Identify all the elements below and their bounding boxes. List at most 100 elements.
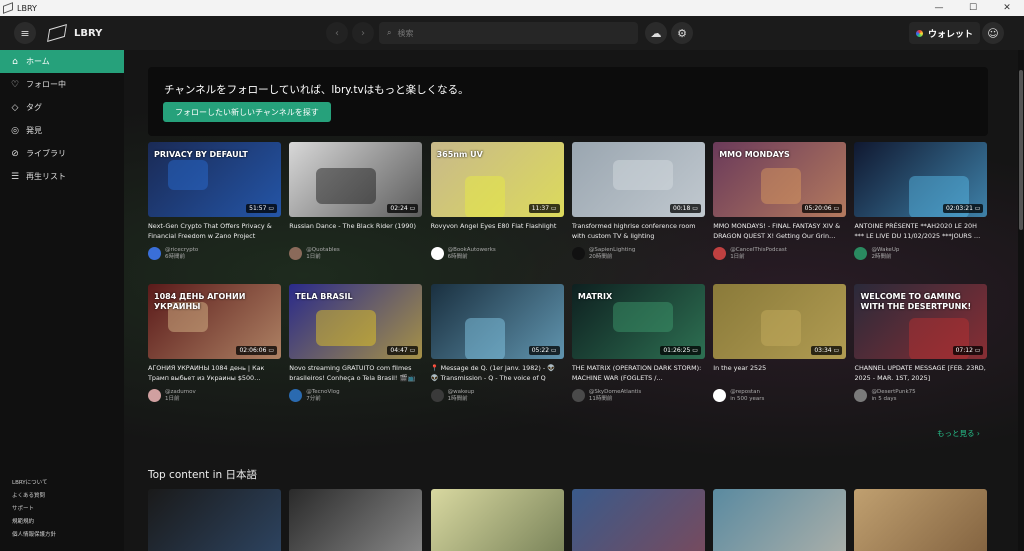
video-title[interactable]: MMO MONDAYS! - FINAL FANTASY XIV & DRAGO… — [713, 222, 846, 242]
about-link[interactable]: LBRYについて — [12, 477, 56, 490]
video-title[interactable]: In the year 2525 — [713, 364, 846, 384]
video-thumbnail[interactable]: PRIVACY BY DEFAULT 51:57 ▭ — [148, 142, 281, 217]
video-thumbnail[interactable]: TELA BRASIL 04:47 ▭ — [289, 284, 423, 359]
channel-name[interactable]: @ricecrypto — [165, 247, 198, 254]
video-card[interactable]: WELCOME TO GAMING WITH THE DESERTPUNK! 07… — [854, 284, 988, 403]
avatar[interactable] — [289, 247, 303, 260]
video-title[interactable]: 📍 Message de Q. (1er Janv. 1982) - 👽 👽 T… — [431, 364, 564, 384]
menu-button[interactable]: ≡ — [14, 22, 36, 44]
channel-name[interactable]: @DesertPunk75 — [871, 389, 915, 396]
avatar[interactable] — [854, 389, 868, 402]
video-thumbnail[interactable] — [854, 489, 988, 551]
channel-name[interactable]: @zadumov — [165, 389, 196, 396]
channel-name[interactable]: @CancelThisPodcast — [730, 247, 787, 254]
scrollbar[interactable] — [1018, 50, 1024, 551]
sidebar-item-discover[interactable]: ◎ 発見 — [0, 119, 124, 142]
account-button[interactable]: ☺ — [982, 22, 1004, 44]
avatar[interactable] — [430, 389, 444, 402]
forward-button[interactable]: › — [352, 22, 374, 44]
video-thumbnail[interactable] — [571, 489, 705, 551]
video-card[interactable]: 05:22 ▭ 📍 Message de Q. (1er Janv. 1982) … — [430, 284, 564, 403]
faq-link[interactable]: よくある質問 — [12, 490, 56, 503]
video-thumbnail[interactable] — [289, 489, 423, 551]
video-thumbnail[interactable]: 02:03:21 ▭ — [854, 142, 988, 217]
video-title[interactable]: THE MATRIX (OPERATION DARK STORM): MACHI… — [572, 364, 705, 384]
video-thumbnail[interactable]: MMO MONDAYS 05:20:06 ▭ — [713, 142, 847, 217]
video-title[interactable]: Novo streaming GRATUITO com filmes brasi… — [289, 364, 422, 384]
video-card[interactable] — [430, 489, 564, 551]
close-button[interactable]: ✕ — [990, 3, 1024, 13]
channel-name[interactable]: @BookAutowerks — [448, 247, 496, 254]
back-button[interactable]: ‹ — [326, 22, 348, 44]
video-card[interactable]: 02:24 ▭ Russian Dance - The Black Rider (… — [289, 142, 423, 261]
privacy-link[interactable]: 個人情報保護方針 — [12, 529, 56, 542]
video-card[interactable]: 1084 ДЕНЬ АГОНИИ УКРАИНЫ 02:06:06 ▭ АГОНИЯ… — [148, 284, 281, 403]
channel-name[interactable]: @TecnoVlog — [306, 389, 339, 396]
video-card[interactable]: 02:03:21 ▭ ANTOINE PRÉSENTE **AH2020 LE 2… — [854, 142, 988, 261]
video-card[interactable]: 365nm UV 11:37 ▭ Rovyvon Angel Eyes E80 Fl… — [430, 142, 564, 261]
channel-name[interactable]: @WakeUp — [871, 247, 899, 254]
video-card[interactable] — [289, 489, 423, 551]
video-thumbnail[interactable] — [713, 489, 847, 551]
sidebar-item-playlists[interactable]: ☰ 再生リスト — [0, 165, 124, 188]
channel-name[interactable]: @wakeup — [448, 389, 475, 396]
video-title[interactable]: Rovyvon Angel Eyes E80 Flat Flashlight — [431, 222, 564, 242]
video-thumbnail[interactable]: 365nm UV 11:37 ▭ — [430, 142, 564, 217]
video-card[interactable]: MATRIX 01:26:25 ▭ THE MATRIX (OPERATION DA… — [571, 284, 705, 403]
video-card[interactable] — [148, 489, 281, 551]
maximize-button[interactable]: ☐ — [956, 3, 990, 13]
video-thumbnail[interactable]: WELCOME TO GAMING WITH THE DESERTPUNK! 07… — [854, 284, 988, 359]
video-thumbnail[interactable]: 02:24 ▭ — [289, 142, 423, 217]
scrollbar-thumb[interactable] — [1019, 70, 1023, 230]
video-card[interactable]: MMO MONDAYS 05:20:06 ▭ MMO MONDAYS! - FINA… — [713, 142, 847, 261]
video-card[interactable]: 00:18 ▭ Transformed highrise conference r… — [571, 142, 705, 261]
channel-name[interactable]: @repostan — [730, 389, 764, 396]
search-bar[interactable]: ⌕ — [379, 22, 638, 44]
avatar[interactable] — [148, 389, 161, 402]
avatar[interactable] — [713, 247, 727, 260]
terms-link[interactable]: 規範規約 — [12, 516, 56, 529]
video-thumbnail[interactable] — [430, 489, 564, 551]
video-title[interactable]: АГОНИЯ УКРАИНЫ 1084 день | Как Трамп выб… — [148, 364, 281, 384]
search-input[interactable] — [397, 28, 618, 38]
find-channels-button[interactable]: フォローしたい新しいチャンネルを探す — [163, 102, 331, 122]
avatar[interactable] — [430, 247, 444, 260]
support-link[interactable]: サポート — [12, 503, 56, 516]
video-thumbnail[interactable]: 1084 ДЕНЬ АГОНИИ УКРАИНЫ 02:06:06 ▭ — [148, 284, 281, 359]
sidebar-item-home[interactable]: ⌂ ホーム — [0, 50, 124, 73]
settings-button[interactable]: ⚙ — [671, 22, 693, 44]
video-title[interactable]: ANTOINE PRÉSENTE **AH2020 LE 20H *** LE … — [854, 222, 987, 242]
avatar[interactable] — [289, 389, 303, 402]
video-title[interactable]: Russian Dance - The Black Rider (1990) — [289, 222, 422, 242]
avatar[interactable] — [713, 389, 727, 402]
sidebar-item-library[interactable]: ⊘ ライブラリ — [0, 142, 124, 165]
sidebar-item-following[interactable]: ♡ フォロー中 — [0, 73, 124, 96]
video-thumbnail[interactable]: 03:34 ▭ — [713, 284, 847, 359]
video-thumbnail[interactable]: 05:22 ▭ — [430, 284, 564, 359]
avatar[interactable] — [854, 247, 868, 260]
video-title[interactable]: Transformed highrise conference room wit… — [572, 222, 705, 242]
publish-button[interactable]: ☁ — [645, 22, 667, 44]
video-thumbnail[interactable]: 00:18 ▭ — [571, 142, 705, 217]
video-title[interactable]: Next-Gen Crypto That Offers Privacy & Fi… — [148, 222, 281, 242]
sidebar-item-tags[interactable]: ◇ タグ — [0, 96, 124, 119]
channel-name[interactable]: @SapienLighting — [589, 247, 635, 254]
video-card[interactable] — [854, 489, 988, 551]
video-card[interactable] — [713, 489, 847, 551]
video-title[interactable]: CHANNEL UPDATE MESSAGE [FEB. 23RD, 2025 … — [854, 364, 987, 384]
wallet-button[interactable]: ウォレット — [909, 22, 981, 44]
channel-name[interactable]: @Quotables — [306, 247, 339, 254]
see-more-link[interactable]: もっと見る › — [937, 428, 980, 439]
video-card[interactable]: TELA BRASIL 04:47 ▭ Novo streaming GRATUIT… — [289, 284, 423, 403]
video-thumbnail[interactable]: MATRIX 01:26:25 ▭ — [571, 284, 705, 359]
channel-name[interactable]: @SkyDomeAtlantis — [589, 389, 641, 396]
video-card[interactable]: 03:34 ▭ In the year 2525 @repostan in 500 y… — [713, 284, 847, 403]
video-card[interactable]: PRIVACY BY DEFAULT 51:57 ▭ Next-Gen Crypto… — [148, 142, 281, 261]
video-card[interactable] — [571, 489, 705, 551]
avatar[interactable] — [571, 247, 585, 260]
video-thumbnail[interactable] — [148, 489, 281, 551]
minimize-button[interactable]: — — [922, 3, 956, 13]
avatar[interactable] — [148, 247, 161, 260]
avatar[interactable] — [571, 389, 585, 402]
brand-logo[interactable]: LBRY — [47, 24, 102, 42]
